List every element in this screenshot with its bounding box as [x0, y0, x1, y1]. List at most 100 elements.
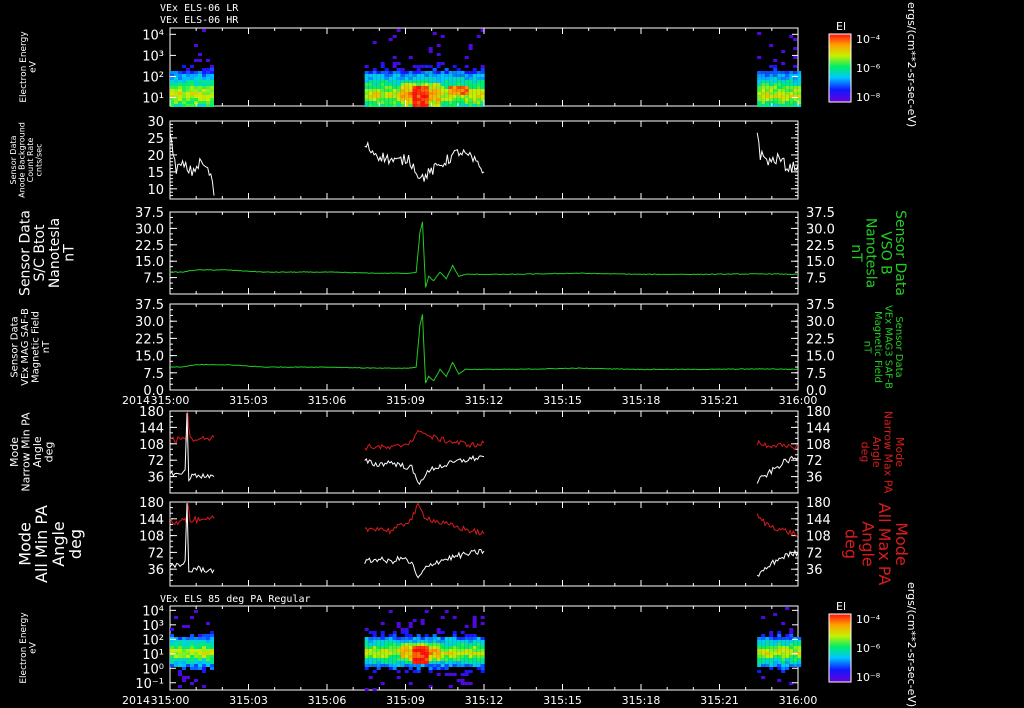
- heat-cell: [210, 640, 214, 643]
- heat-cell: [476, 640, 481, 643]
- heat-cell: [190, 71, 194, 74]
- heat-cell: [404, 77, 409, 80]
- heat-cell: [781, 92, 786, 95]
- heat-cell: [384, 655, 389, 658]
- heat-cell: [412, 655, 417, 658]
- heat-cell: [765, 80, 770, 83]
- heat-cell: [472, 95, 477, 98]
- heat-cell: [793, 658, 798, 661]
- heat-cell: [364, 646, 369, 649]
- heat-cell: [452, 631, 457, 634]
- heat-cell: [476, 661, 481, 664]
- heat-cell: [182, 65, 186, 68]
- heat-cell: [472, 86, 477, 89]
- heat-cell: [396, 664, 401, 667]
- heat-cell: [785, 658, 790, 661]
- heat-cell: [436, 44, 441, 47]
- panel-4-time-label-7: 315:21: [700, 394, 739, 407]
- heat-cell: [424, 71, 429, 74]
- panel-7-time-label-2: 315:06: [308, 694, 347, 707]
- heat-cell: [384, 95, 389, 98]
- panel-4-ylabel-right-line-1: VEx MAG3 SAF-B: [883, 305, 894, 389]
- heat-cell: [773, 65, 778, 68]
- heat-cell: [432, 667, 437, 670]
- heat-cell: [436, 71, 441, 74]
- heat-cell: [769, 649, 774, 652]
- heat-cell: [178, 95, 182, 98]
- heat-cell: [372, 68, 377, 71]
- heat-cell: [793, 80, 798, 83]
- panel-6-series-0-segment-2: [756, 513, 799, 537]
- heat-cell: [789, 661, 794, 664]
- heat-cell: [408, 643, 413, 646]
- heat-cell: [396, 74, 401, 77]
- heat-cell: [392, 646, 397, 649]
- heat-cell: [186, 655, 190, 658]
- panel-4-ytick-label-0: 37.5: [135, 298, 164, 313]
- panel-4-time-label-6: 315:18: [622, 394, 661, 407]
- heat-cell: [448, 77, 453, 80]
- panel-6-series-0-segment-1: [364, 502, 485, 536]
- heat-cell: [757, 640, 762, 643]
- heat-cell: [456, 649, 461, 652]
- heat-cell: [773, 83, 778, 86]
- heat-cell: [420, 649, 425, 652]
- panel-6-ytick-label-1: 144: [139, 513, 164, 528]
- heat-cell: [472, 640, 477, 643]
- heat-cell: [210, 631, 214, 634]
- heat-cell: [781, 670, 786, 673]
- heat-cell: [476, 95, 481, 98]
- heat-cell: [400, 74, 405, 77]
- heat-cell: [182, 77, 186, 80]
- panel-3-ytick-right-label-2: 22.5: [806, 239, 835, 254]
- panel-1-ytick-label-3: 10¹: [142, 92, 164, 107]
- heat-cell: [380, 80, 385, 83]
- heat-cell: [364, 661, 369, 664]
- heat-cell: [384, 74, 389, 77]
- heat-cell: [170, 643, 174, 646]
- heat-cell: [174, 664, 178, 667]
- heat-cell: [472, 646, 477, 649]
- heat-cell: [424, 89, 429, 92]
- heat-cell: [392, 71, 397, 74]
- heat-cell: [432, 640, 437, 643]
- heat-cell: [420, 658, 425, 661]
- heat-cell: [480, 670, 485, 673]
- heat-cell: [765, 643, 770, 646]
- heat-cell: [178, 80, 182, 83]
- heat-cell: [416, 89, 421, 92]
- heat-cell: [785, 640, 790, 643]
- heat-cell: [773, 89, 778, 92]
- heat-cell: [452, 86, 457, 89]
- heat-cell: [448, 658, 453, 661]
- heat-cell: [785, 98, 790, 101]
- heat-cell: [440, 74, 445, 77]
- heat-cell: [416, 646, 421, 649]
- heat-cell: [765, 640, 770, 643]
- heat-cell: [210, 98, 214, 101]
- heat-cell: [424, 98, 429, 101]
- heat-cell: [376, 98, 381, 101]
- heat-cell: [380, 83, 385, 86]
- heat-cell: [194, 83, 198, 86]
- heat-cell: [773, 652, 778, 655]
- heat-cell: [777, 634, 782, 637]
- heat-cell: [476, 646, 481, 649]
- heat-cell: [773, 655, 778, 658]
- heat-cell: [460, 655, 465, 658]
- heat-cell: [364, 65, 369, 68]
- heat-cell: [757, 664, 762, 667]
- heat-cell: [460, 83, 465, 86]
- panel-4-ytick-label-1: 30.0: [135, 315, 164, 330]
- heat-cell: [468, 89, 473, 92]
- heat-cell: [376, 667, 381, 670]
- heat-cell: [194, 649, 198, 652]
- heat-cell: [384, 101, 389, 104]
- heat-cell: [460, 77, 465, 80]
- heat-cell: [420, 664, 425, 667]
- heat-cell: [436, 89, 441, 92]
- heat-cell: [392, 634, 397, 637]
- heat-cell: [781, 667, 786, 670]
- heat-cell: [785, 655, 790, 658]
- heat-cell: [761, 74, 766, 77]
